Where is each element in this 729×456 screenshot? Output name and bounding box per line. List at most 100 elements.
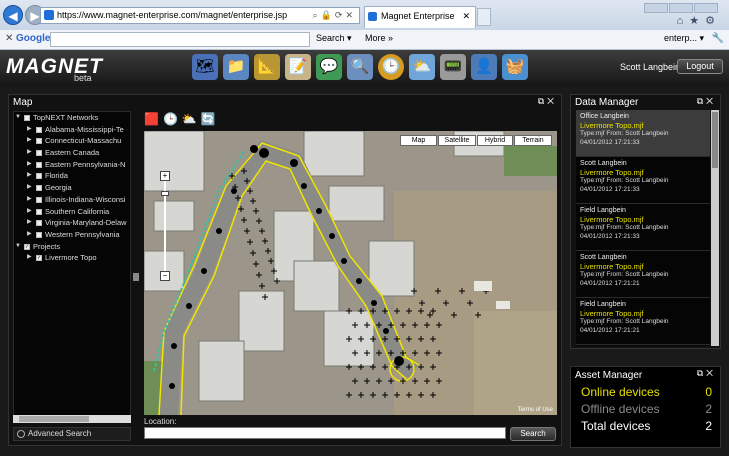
tree-item[interactable]: ▶ ✓ Livermore Topo <box>14 252 130 264</box>
weather-tool-icon[interactable]: ⛅ <box>182 112 201 126</box>
back-button[interactable]: ◀ <box>3 5 23 25</box>
collapsed-arrow-icon[interactable]: ▶ <box>27 194 35 206</box>
close-toolbar-icon[interactable]: ✕ <box>5 33 13 44</box>
map-type-satellite[interactable]: Satellite <box>438 135 476 146</box>
tree-checkbox[interactable] <box>36 138 42 145</box>
tree-item[interactable]: ▶ Connecticut-Massachu <box>14 135 130 147</box>
data-manager-scrollbar[interactable] <box>711 110 719 346</box>
cloud-weather-icon[interactable]: ⛅ <box>409 54 435 80</box>
zoom-slider-knob[interactable] <box>161 191 169 196</box>
layer-tool-icon[interactable]: 🟥 <box>144 112 163 126</box>
wrench-icon[interactable]: 🔧 <box>712 33 724 44</box>
tree-checkbox[interactable] <box>24 115 30 121</box>
zoom-control[interactable]: + − <box>160 171 170 281</box>
tree-item[interactable]: ▶ Eastern Canada <box>14 147 130 159</box>
user-settings-icon[interactable]: 👤 <box>471 54 497 80</box>
tree-item[interactable]: ▼ ✓ Projects <box>14 241 130 253</box>
collapsed-arrow-icon[interactable]: ▶ <box>27 252 35 264</box>
tree-checkbox[interactable] <box>36 208 42 215</box>
survey-tools-icon[interactable]: 📐 <box>254 54 280 80</box>
location-input[interactable] <box>144 427 506 439</box>
advanced-search-button[interactable]: Advanced Search <box>13 427 131 441</box>
tree-item[interactable]: ▶ Florida <box>14 170 130 182</box>
close-tab-icon[interactable]: ✕ <box>462 7 470 25</box>
tree-item[interactable]: ▶ Alabama-Mississippi-Te <box>14 124 130 136</box>
browser-tab[interactable]: Magnet Enterprise ✕ <box>364 6 476 28</box>
tree-item[interactable]: ▼ TopNEXT Networks <box>14 112 130 124</box>
collapsed-arrow-icon[interactable]: ▶ <box>27 229 35 241</box>
collapsed-arrow-icon[interactable]: ▶ <box>27 206 35 218</box>
map-panel-controls-icon[interactable]: ⧉✕ <box>538 96 557 107</box>
item-meta: Type:mjf From: Scott Langbein <box>580 224 669 231</box>
site-icon <box>44 10 54 20</box>
device-icon[interactable]: 📟 <box>440 54 466 80</box>
window-controls[interactable] <box>643 0 723 13</box>
logout-button[interactable]: Logout <box>677 59 723 74</box>
asset-manager-controls-icon[interactable]: ⧉✕ <box>697 368 716 379</box>
terms-of-use-link[interactable]: Terms of Use <box>518 407 553 413</box>
tree-checkbox[interactable] <box>36 185 42 192</box>
zoom-in-button[interactable]: + <box>160 171 170 181</box>
scrollbar-thumb[interactable] <box>712 112 718 168</box>
globe-icon[interactable]: 🗺 <box>192 54 218 80</box>
map-type-terrain[interactable]: Terrain <box>514 135 552 146</box>
map-view[interactable]: Map Satellite Hybrid Terrain + − Terms o… <box>144 131 557 415</box>
address-bar[interactable]: https://www.magnet-enterprise.com/magnet… <box>40 7 360 24</box>
tree-checkbox[interactable] <box>36 196 42 203</box>
tree-checkbox[interactable]: ✓ <box>24 243 30 250</box>
zoom-out-button[interactable]: − <box>160 271 170 281</box>
tree-checkbox[interactable] <box>36 220 42 227</box>
tree-checkbox[interactable] <box>36 150 42 157</box>
address-controls-icon[interactable]: ⌕🔒⟳✕ <box>313 8 356 23</box>
tree-checkbox[interactable] <box>36 231 42 238</box>
google-search-button[interactable]: Search ▾ <box>316 33 352 44</box>
data-manager-item[interactable]: Field Langbein Livermore Topo.mjf Type:mjf… <box>576 298 710 345</box>
data-manager-item[interactable]: Scott Langbein Livermore Topo.mjf Type:mjf… <box>576 251 710 298</box>
location-search-button[interactable]: Search <box>510 427 556 441</box>
tree-item[interactable]: ▶ Southern California <box>14 206 130 218</box>
collapsed-arrow-icon[interactable]: ▶ <box>27 182 35 194</box>
map-type-map[interactable]: Map <box>400 135 437 146</box>
tree-checkbox[interactable] <box>36 126 42 133</box>
clock-icon[interactable]: 🕒 <box>378 54 404 80</box>
scrollbar-thumb[interactable] <box>19 416 89 422</box>
tree-item[interactable]: ▶ Virginia-Maryland-Delaw <box>14 217 130 229</box>
tree-item[interactable]: ▶ Western Pennsylvania <box>14 229 130 241</box>
collapsed-arrow-icon[interactable]: ▶ <box>27 170 35 182</box>
notes-icon[interactable]: 📝 <box>285 54 311 80</box>
panel-splitter[interactable] <box>133 273 139 281</box>
tree-item-label: Florida <box>45 171 68 181</box>
expanded-arrow-icon[interactable]: ▼ <box>15 241 23 253</box>
data-manager-controls-icon[interactable]: ⧉✕ <box>697 96 716 107</box>
collapsed-arrow-icon[interactable]: ▶ <box>27 147 35 159</box>
data-manager-item[interactable]: Office Langbein Livermore Topo.mjf Type:mj… <box>576 110 710 157</box>
clock-tool-icon[interactable]: 🕒 <box>163 112 182 126</box>
tree-checkbox[interactable] <box>36 161 42 168</box>
map-type-hybrid[interactable]: Hybrid <box>477 135 513 146</box>
asset-manager-title: Asset Manager <box>575 370 643 381</box>
google-search-input[interactable] <box>50 32 310 47</box>
more-button[interactable]: More » <box>365 33 393 43</box>
transfer-tool-icon[interactable]: 🔄 <box>201 112 220 126</box>
expanded-arrow-icon[interactable]: ▼ <box>15 112 23 124</box>
data-manager-item[interactable]: Field Langbein Livermore Topo.mjf Type:mjf… <box>576 204 710 251</box>
toolbar-user[interactable]: enterp... ▾ <box>664 33 704 44</box>
tree-checkbox[interactable]: ✓ <box>36 255 42 262</box>
basket-icon[interactable]: 🧺 <box>502 54 528 80</box>
new-tab-button[interactable] <box>477 8 491 26</box>
tree-item-label: Connecticut-Massachu <box>45 136 122 146</box>
tree-item[interactable]: ▶ Illinois-Indiana-Wisconsi <box>14 194 130 206</box>
collapsed-arrow-icon[interactable]: ▶ <box>27 135 35 147</box>
search-icon[interactable]: 🔍 <box>347 54 373 80</box>
collapsed-arrow-icon[interactable]: ▶ <box>27 124 35 136</box>
tree-horizontal-scrollbar[interactable] <box>13 415 131 423</box>
folder-icon[interactable]: 📁 <box>223 54 249 80</box>
tree-item[interactable]: ▶ Georgia <box>14 182 130 194</box>
home-star-gear-icon[interactable]: ⌂★⚙ <box>677 14 721 27</box>
chat-icon[interactable]: 💬 <box>316 54 342 80</box>
data-manager-item[interactable]: Scott Langbein Livermore Topo.mjf Type:mjf… <box>576 157 710 204</box>
collapsed-arrow-icon[interactable]: ▶ <box>27 217 35 229</box>
collapsed-arrow-icon[interactable]: ▶ <box>27 159 35 171</box>
tree-item[interactable]: ▶ Eastern Pennsylvania-N <box>14 159 130 171</box>
tree-checkbox[interactable] <box>36 173 42 180</box>
